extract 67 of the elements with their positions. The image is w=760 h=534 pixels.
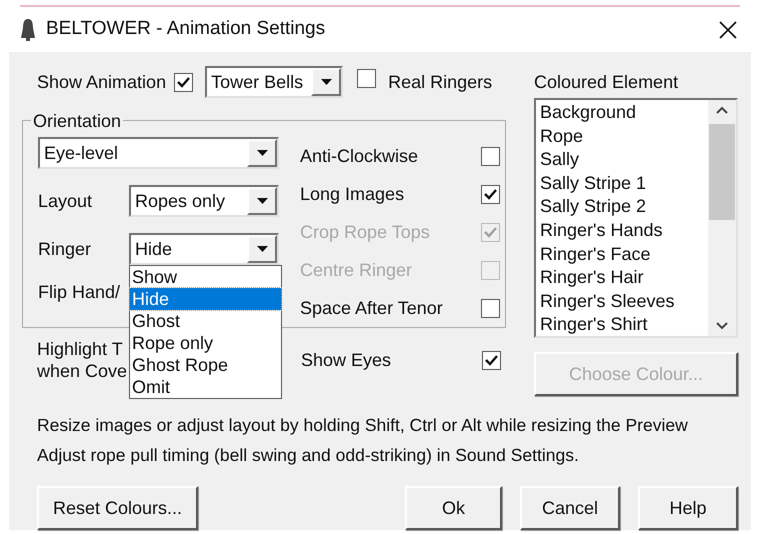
list-item[interactable]: Sally xyxy=(540,148,708,172)
highlight-label: when Cove xyxy=(37,360,128,382)
caret-icon xyxy=(256,246,268,252)
check-icon xyxy=(484,226,497,238)
dropdown-button[interactable] xyxy=(247,187,277,215)
ringer-combo[interactable]: Hide xyxy=(129,233,279,265)
bell-icon xyxy=(18,18,38,42)
close-icon xyxy=(719,20,737,39)
hint-text: Adjust rope pull timing (bell swing and odd-striking) in Sound Settings. xyxy=(37,444,580,467)
check-icon xyxy=(177,76,190,88)
list-item[interactable]: Sally Stripe 1 xyxy=(540,172,708,196)
caret-icon xyxy=(256,198,268,204)
option-label: Space After Tenor xyxy=(300,296,443,320)
check-icon xyxy=(485,354,498,366)
combo-value: Eye-level xyxy=(43,142,120,165)
real-ringers-label: Real Ringers xyxy=(388,70,492,94)
dialog-button[interactable]: Cancel xyxy=(520,486,620,530)
window-title: BELTOWER - Animation Settings xyxy=(46,17,326,42)
show-eyes-label: Show Eyes xyxy=(301,348,392,372)
dropdown-option[interactable]: Ghost Rope xyxy=(130,354,281,376)
combo-value: Hide xyxy=(134,238,174,261)
option-label: Anti-Clockwise xyxy=(300,144,418,168)
list-item[interactable]: Ringer's Shirt xyxy=(540,313,708,336)
dialog-button[interactable]: Reset Colours... xyxy=(37,486,198,530)
checkbox[interactable] xyxy=(481,146,500,166)
layout-combo[interactable]: Ropes only xyxy=(129,185,279,217)
dropdown-option[interactable]: Ghost xyxy=(130,310,281,332)
list-item[interactable]: Rope xyxy=(540,124,708,148)
option-label: Centre Ringer xyxy=(300,258,412,282)
list-item[interactable]: Ringer's Hands xyxy=(540,218,708,243)
list-item[interactable]: Sally Stripe 2 xyxy=(540,195,708,219)
checkbox[interactable] xyxy=(481,184,500,204)
hint-text: Resize images or adjust layout by holding Shift, Ctrl or Alt while resizing the Preview xyxy=(37,414,689,437)
dropdown-button[interactable] xyxy=(311,68,342,96)
list-item[interactable]: Ringer's Hair xyxy=(540,266,708,290)
checkbox[interactable] xyxy=(481,298,500,318)
caret-icon xyxy=(320,79,332,85)
show-animation-label: Show Animation xyxy=(37,70,166,94)
combo-value: Tower Bells xyxy=(210,71,304,94)
animation-type-combo[interactable]: Tower Bells xyxy=(205,66,344,98)
dialog-button[interactable]: Help xyxy=(638,486,738,530)
list-item[interactable]: Ringer's Sleeves xyxy=(540,290,708,314)
dropdown-option[interactable]: Show xyxy=(130,266,281,288)
scroll-thumb[interactable] xyxy=(709,124,735,220)
view-combo[interactable]: Eye-level xyxy=(38,137,279,169)
list-item[interactable]: Ringer's Face xyxy=(540,242,708,266)
highlight-label: Highlight T xyxy=(37,338,123,360)
option-label: Long Images xyxy=(300,182,404,206)
ringer-label: Ringer xyxy=(38,238,92,261)
checkbox[interactable] xyxy=(174,72,194,92)
dialog-button[interactable]: Ok xyxy=(405,486,502,530)
check-icon xyxy=(484,188,497,200)
list-item[interactable]: Background xyxy=(540,101,708,125)
flip-label: Flip Hand/ xyxy=(38,281,120,304)
dropdown-button[interactable] xyxy=(247,139,277,167)
combo-value: Ropes only xyxy=(134,190,226,213)
dropdown-option[interactable]: Rope only xyxy=(130,332,281,354)
option-label: Crop Rope Tops xyxy=(300,220,430,244)
caret-icon xyxy=(256,150,268,156)
dropdown-option[interactable]: Omit xyxy=(130,376,281,398)
dropdown-button[interactable] xyxy=(247,235,277,263)
coloured-element-label: Coloured Element xyxy=(534,71,680,94)
scrollbar[interactable] xyxy=(708,100,736,336)
checkbox[interactable] xyxy=(482,350,501,370)
checkbox[interactable] xyxy=(357,68,376,88)
dropdown-option[interactable]: Hide xyxy=(130,288,281,310)
layout-label: Layout xyxy=(38,190,94,213)
